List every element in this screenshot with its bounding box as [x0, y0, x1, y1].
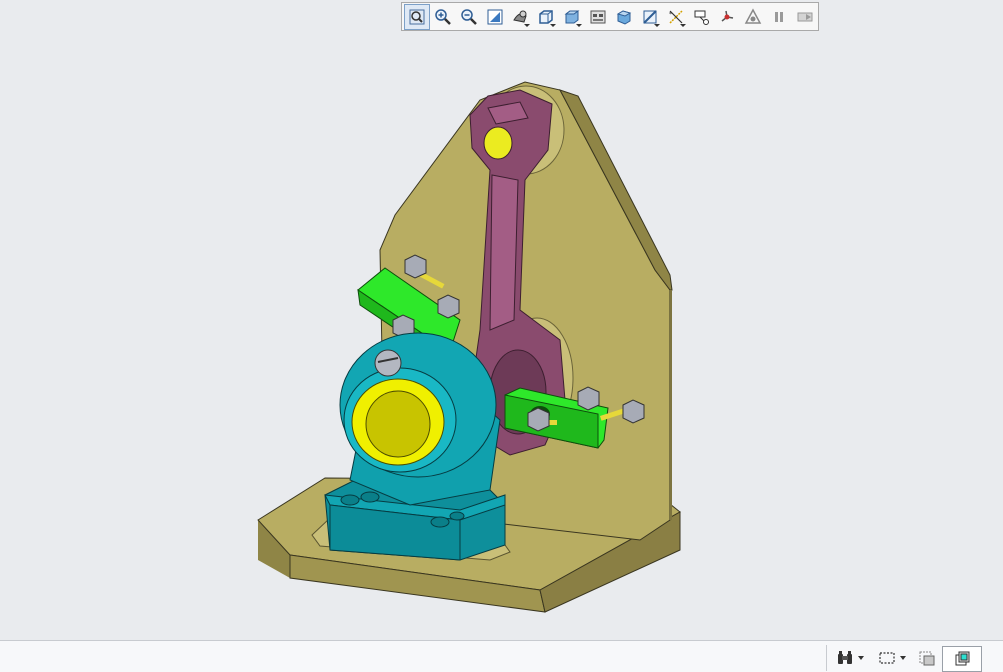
zoom-out-button[interactable] — [456, 4, 482, 30]
pause-icon — [775, 11, 784, 22]
selection-filter-button[interactable] — [918, 647, 936, 669]
status-bar — [0, 640, 1003, 672]
playback-button[interactable] — [792, 4, 818, 30]
model-view-icon — [955, 651, 970, 666]
simulation-display-icon — [745, 7, 762, 24]
box-select-icon — [879, 652, 895, 664]
bearing-block[interactable] — [324, 332, 506, 561]
zoom-in-button[interactable] — [430, 4, 456, 30]
annotation-display-icon — [694, 10, 709, 25]
spin-center-button[interactable] — [715, 4, 741, 30]
view-manager-button[interactable] — [585, 4, 611, 30]
repaint-button[interactable] — [482, 4, 508, 30]
reorient-button[interactable] — [508, 4, 534, 30]
graphics-window[interactable]: * — [0, 0, 1003, 640]
repaint-icon — [487, 9, 503, 24]
selection-filter-icon — [919, 651, 935, 666]
selection-mode-button[interactable] — [878, 647, 906, 669]
spin-center-icon — [721, 10, 734, 22]
perspective-view-button[interactable] — [611, 4, 637, 30]
model-view-button[interactable] — [942, 646, 982, 672]
svg-text:*: * — [669, 11, 672, 18]
perspective-view-icon — [616, 9, 632, 25]
zoom-in-icon — [435, 8, 451, 25]
find-button[interactable] — [836, 647, 864, 669]
pause-button[interactable] — [766, 4, 792, 30]
section-button[interactable] — [637, 4, 663, 30]
simulation-display-button[interactable] — [740, 4, 766, 30]
refit-icon — [409, 9, 425, 24]
binoculars-icon — [838, 651, 852, 664]
view-toolbar: * — [401, 2, 819, 31]
datum-display-button[interactable]: * — [663, 4, 689, 30]
display-style-button[interactable] — [559, 4, 585, 30]
assembly-model[interactable] — [0, 0, 1003, 640]
annotation-display-button[interactable] — [689, 4, 715, 30]
view-manager-icon — [590, 10, 606, 23]
zoom-out-icon — [460, 8, 477, 25]
saved-views-button[interactable] — [533, 4, 559, 30]
playback-icon — [797, 12, 813, 21]
status-separator — [826, 645, 827, 671]
refit-button[interactable] — [404, 3, 430, 30]
